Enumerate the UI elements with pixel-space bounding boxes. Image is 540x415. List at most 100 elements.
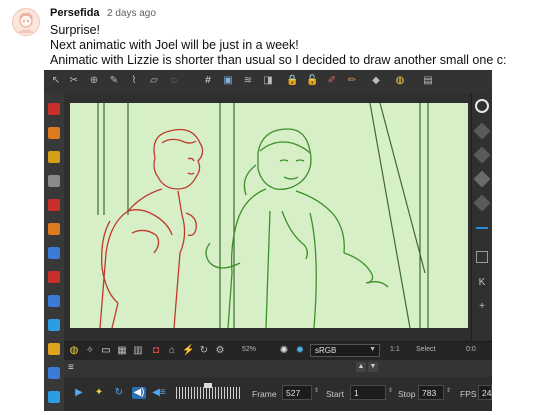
expand-down-icon[interactable]: ▼ bbox=[368, 362, 378, 372]
post-line: Animatic with Lizzie is shorter than usu… bbox=[50, 53, 507, 67]
menu-icon[interactable]: ≡ bbox=[68, 362, 74, 373]
pointer-icon: ↖ bbox=[51, 75, 61, 86]
pin-icon: ✧ bbox=[85, 345, 95, 356]
start-field[interactable]: 1 bbox=[350, 385, 386, 400]
post-image[interactable]: ↖ ✂ ⊕ ✎ ⌇ ▱ ◌ # ▣ ≋ ◨ 🔒 🔓 ✐ ✏ ◆ ◍ ▤ K + … bbox=[44, 70, 492, 411]
light-table-icon: ◨ bbox=[263, 75, 273, 86]
start-label: Start bbox=[326, 389, 344, 399]
status-bar: ◍ ✧ ▭ ▦ ▥ ◘ ⌂ ⚡ ↻ ⚙ 52% ✺ ✹ sRGB ▼ 1:1 S… bbox=[64, 341, 492, 361]
grid-icon: # bbox=[205, 75, 211, 86]
color-wheel-icon: ✺ bbox=[279, 345, 289, 356]
yellow-swatch-icon bbox=[48, 151, 60, 163]
color-space-value: sRGB bbox=[315, 346, 337, 355]
post-line: Next animatic with Joel will be just in … bbox=[50, 38, 299, 52]
layers-icon bbox=[473, 170, 491, 188]
red-swatch-icon bbox=[48, 199, 60, 211]
color-settings-icon: ✹ bbox=[295, 345, 305, 356]
post-line: Surprise! bbox=[50, 23, 101, 37]
cyan-swatch-icon bbox=[48, 319, 60, 331]
frame-stepper-icon[interactable]: ⇕ bbox=[314, 387, 319, 394]
animatic-drawing bbox=[97, 102, 429, 329]
camera-icon: ◘ bbox=[152, 345, 160, 356]
rotate-icon: ↻ bbox=[199, 345, 209, 356]
timeline-header: ≡ ▲ ▼ bbox=[64, 360, 492, 377]
top-toolbar: ↖ ✂ ⊕ ✎ ⌇ ▱ ◌ # ▣ ≋ ◨ 🔒 🔓 ✐ ✏ ◆ ◍ ▤ bbox=[44, 70, 492, 94]
avatar[interactable] bbox=[12, 8, 40, 36]
plus-icon: + bbox=[479, 301, 485, 312]
sound-button[interactable]: ◀) bbox=[132, 387, 146, 399]
onion-skin-icon: ≋ bbox=[243, 75, 253, 86]
color-space-select[interactable]: sRGB ▼ bbox=[310, 344, 380, 357]
sound-scrub-button[interactable]: ◀≡ bbox=[152, 387, 166, 399]
pen-icon: ✐ bbox=[327, 75, 337, 86]
grid-view-icon: ▦ bbox=[117, 345, 127, 356]
slider-handle[interactable] bbox=[204, 383, 212, 388]
fps-label: FPS bbox=[460, 389, 477, 399]
cyan-swatch-icon bbox=[48, 391, 60, 403]
canvas-area bbox=[64, 93, 472, 341]
eraser-icon: ▱ bbox=[150, 75, 158, 86]
select-label[interactable]: Select bbox=[416, 346, 435, 353]
layers-icon bbox=[473, 146, 491, 164]
stroke-icon: ⌇ bbox=[131, 75, 137, 86]
frame-icon bbox=[476, 251, 488, 263]
right-panel: K + bbox=[471, 93, 492, 341]
red-swatch-icon bbox=[48, 271, 60, 283]
status-right-value: 0:0 bbox=[466, 346, 476, 353]
stop-label: Stop bbox=[398, 389, 416, 399]
lock-icon: 🔒 bbox=[286, 75, 299, 86]
green-character bbox=[205, 128, 389, 329]
stop-stepper-icon[interactable]: ⇕ bbox=[446, 387, 451, 394]
gold-swatch-icon bbox=[48, 343, 60, 355]
bulb-icon: ◍ bbox=[69, 345, 79, 356]
cut-icon: ✂ bbox=[69, 75, 79, 86]
bulb-icon: ◍ bbox=[395, 75, 405, 86]
start-stepper-icon[interactable]: ⇕ bbox=[388, 387, 393, 394]
drawing-canvas[interactable] bbox=[70, 102, 468, 329]
unlock-icon: 🔓 bbox=[306, 75, 319, 86]
lightning-button[interactable]: ✦ bbox=[92, 387, 106, 399]
pencil-icon: ✏ bbox=[347, 75, 357, 86]
stop-field[interactable]: 783 bbox=[418, 385, 444, 400]
brush-icon: ✎ bbox=[109, 75, 119, 86]
key-icon: K bbox=[478, 277, 486, 288]
transform-icon: ⊕ bbox=[89, 75, 99, 86]
fullscreen-icon: ▭ bbox=[101, 345, 111, 356]
gear-icon: ⚙ bbox=[215, 345, 225, 356]
red-character bbox=[99, 128, 204, 329]
loop-button[interactable]: ↻ bbox=[112, 387, 126, 399]
red-swatch-icon bbox=[48, 103, 60, 115]
layers-icon bbox=[473, 122, 491, 140]
chevron-down-icon: ▼ bbox=[369, 346, 376, 353]
orange-swatch-icon bbox=[48, 223, 60, 235]
fps-field[interactable]: 24 bbox=[478, 385, 492, 400]
left-toolbar bbox=[44, 93, 65, 411]
blue-swatch-icon bbox=[48, 295, 60, 307]
layer-icon: ▤ bbox=[423, 75, 433, 86]
post-body: Surprise! Next animatic with Joel will b… bbox=[50, 23, 530, 68]
playback-bar: ▶ ✦ ↻ ◀) ◀≡ Frame 527 ⇕ Start 1 ⇕ Stop 7… bbox=[64, 377, 492, 411]
guide-icon bbox=[476, 227, 488, 229]
paint-icon: ◆ bbox=[372, 75, 380, 86]
frame-field[interactable]: 527 bbox=[282, 385, 312, 400]
frame-label: Frame bbox=[252, 389, 277, 399]
blue-swatch-icon bbox=[48, 247, 60, 259]
avatar-image bbox=[13, 9, 39, 35]
play-button[interactable]: ▶ bbox=[72, 387, 86, 399]
orange-swatch-icon bbox=[48, 127, 60, 139]
lock-small-icon: ⌂ bbox=[168, 345, 176, 356]
gray-swatch-icon bbox=[48, 175, 60, 187]
blue-swatch-icon bbox=[48, 367, 60, 379]
lightning-icon: ⚡ bbox=[182, 345, 195, 356]
ratio-value: 1:1 bbox=[390, 346, 400, 353]
lasso-icon: ◌ bbox=[171, 75, 177, 86]
collapse-up-icon[interactable]: ▲ bbox=[356, 362, 366, 372]
zoom-level[interactable]: 52% bbox=[242, 346, 256, 353]
username[interactable]: Persefida bbox=[50, 7, 100, 19]
timestamp[interactable]: 2 days ago bbox=[107, 8, 156, 19]
eye-icon bbox=[475, 99, 489, 113]
speed-slider[interactable] bbox=[176, 383, 242, 399]
layers-icon bbox=[473, 194, 491, 212]
view-icon: ▣ bbox=[223, 75, 233, 86]
table-view-icon: ▥ bbox=[133, 345, 143, 356]
